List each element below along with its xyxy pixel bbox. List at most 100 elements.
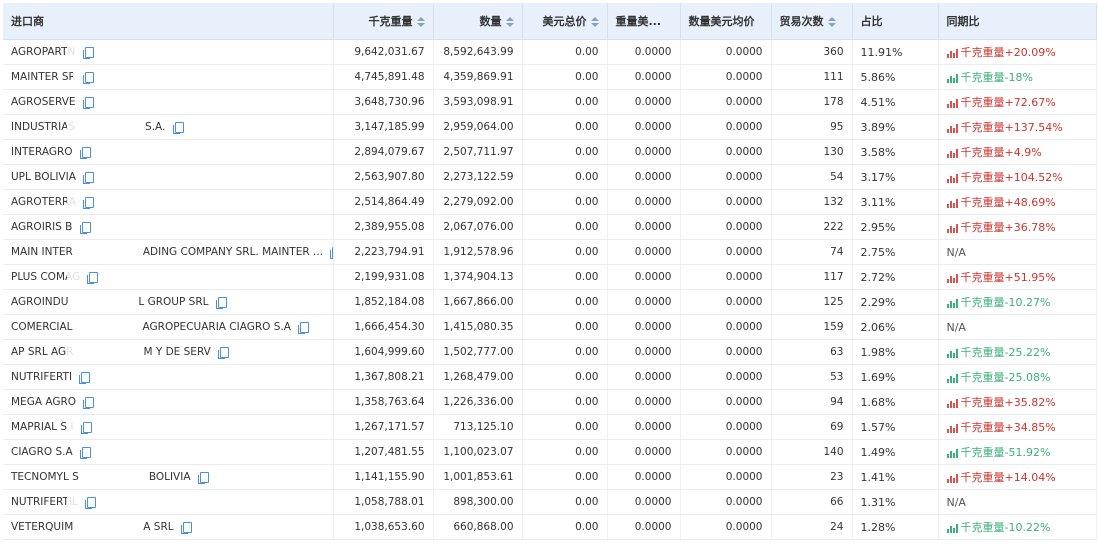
importer-name-cell[interactable]: MAPRIAL S.I [3,414,334,440]
importer-name[interactable]: MEGA AGRO [11,396,76,408]
sort-icon[interactable] [827,17,836,27]
usd-total-cell: 0.00 [522,214,608,240]
table-row[interactable]: AP SRL AGR M Y DE SERV 1,604,999.60 1,502… [3,339,1097,365]
table-row[interactable]: AGROIRIS B 2,389,955.08 2,067,076.00 0.0… [3,214,1097,240]
table-row[interactable]: AGROPARTN 9,642,031.67 8,592,643.99 0.00… [3,39,1097,65]
copy-icon[interactable] [218,346,230,359]
table-row[interactable]: AGROINDU L GROUP SRL 1,852,184.08 1,667,8… [3,289,1097,315]
importer-name-cell[interactable]: NUTRIFERTIL [3,489,334,515]
importer-name-cell[interactable]: TECNOMYL S BOLIVIA [3,464,334,490]
copy-icon[interactable] [83,396,95,409]
importer-name[interactable]: MAPRIAL S.I [11,421,73,433]
copy-icon[interactable] [79,146,91,159]
importer-name-cell[interactable]: INTERAGRO [3,139,334,165]
importer-name[interactable]: INTERAGRO [11,146,73,158]
copy-icon[interactable] [87,271,99,284]
importer-name[interactable]: MAIN INTER [11,246,73,258]
importer-name[interactable]: UPL BOLIVIA [11,171,76,183]
table-row[interactable]: CIAGRO S.A 1,207,481.55 1,100,023.07 0.0… [3,439,1097,465]
table-row[interactable]: MAIN INTER ADING COMPANY SRL. MAINTER ...… [3,239,1097,265]
table-row[interactable]: NUTRIFERTI 1,367,808.21 1,268,479.00 0.0… [3,364,1097,390]
col-header-quantity[interactable]: 数量 [433,3,523,40]
weight-cell: 9,642,031.67 [333,39,434,65]
col-header-weight-usd[interactable]: 重量美... [607,3,681,40]
importer-name[interactable]: INDUSTRIAS [11,121,75,133]
copy-icon[interactable] [172,121,184,134]
importer-name-cell[interactable]: CIAGRO S.A [3,439,334,465]
copy-icon[interactable] [83,71,95,84]
importer-name[interactable]: VETERQUIM [11,521,73,533]
copy-icon[interactable] [82,96,94,109]
copy-icon[interactable] [79,371,91,384]
copy-icon[interactable] [80,421,92,434]
sort-icon[interactable] [590,17,599,27]
table-row[interactable]: INDUSTRIAS S.A. 3,147,185.99 2,959,064.00… [3,114,1097,140]
importer-name[interactable]: NUTRIFERTI [11,371,72,383]
table-row[interactable]: COMERCIAL AGROPECUARIA CIAGRO S.A 1,666,4… [3,314,1097,340]
importer-name-cell[interactable]: AGROTERRA [3,189,334,215]
table-row[interactable]: UPL BOLIVIA 2,563,907.80 2,273,122.59 0.… [3,164,1097,190]
copy-icon[interactable] [298,321,310,334]
col-header-weight[interactable]: 千克重量 [333,3,434,40]
col-header-share[interactable]: 占比 [852,3,939,40]
importer-name-cell[interactable]: AP SRL AGR M Y DE SERV [3,339,334,365]
col-header-yoy-label: 同期比 [946,15,980,28]
importer-name-cell[interactable]: MAINTER SR [3,64,334,90]
sort-icon[interactable] [505,17,514,27]
col-header-usd-total[interactable]: 美元总价 [522,3,608,40]
importer-name-cell[interactable]: VETERQUIM A SRL [3,514,334,540]
importer-name-cell[interactable]: UPL BOLIVIA [3,164,334,190]
copy-icon[interactable] [82,46,94,59]
usd-total-cell: 0.00 [522,64,608,90]
importer-name-cell[interactable]: INDUSTRIAS S.A. [3,114,334,140]
col-header-yoy[interactable]: 同期比 [938,3,1097,40]
importer-name-cell[interactable]: PLUS COMAG [3,264,334,290]
copy-icon[interactable] [83,196,95,209]
share-cell: 1.57% [852,414,939,440]
importer-name[interactable]: COMERCIAL [11,321,73,333]
importer-name[interactable]: AGROPARTN [11,46,75,58]
copy-icon[interactable] [80,446,91,459]
table-row[interactable]: MAPRIAL S.I 1,267,171.57 713,125.10 0.00… [3,414,1097,440]
yoy-value: +72.67% [1004,96,1056,109]
copy-icon[interactable] [85,496,97,509]
table-row[interactable]: MAINTER SR 4,745,891.48 4,359,869.91 0.0… [3,64,1097,90]
copy-icon[interactable] [180,521,192,534]
table-row[interactable]: MEGA AGRO 1,358,763.64 1,226,336.00 0.00… [3,389,1097,415]
importer-name[interactable]: TECNOMYL S [11,471,79,483]
importer-name-cell[interactable]: NUTRIFERTI [3,364,334,390]
copy-icon[interactable] [197,471,209,484]
copy-icon[interactable] [83,171,95,184]
importer-name-cell[interactable]: AGROINDU L GROUP SRL [3,289,334,315]
quantity-cell: 1,374,904.13 [433,264,523,290]
importer-name-cell[interactable]: AGROPARTN [3,39,334,65]
table-row[interactable]: TECNOMYL S BOLIVIA 1,141,155.90 1,001,853… [3,464,1097,490]
table-row[interactable]: AGROSERVE 3,648,730.96 3,593,098.91 0.00… [3,89,1097,115]
importer-name[interactable]: AGROSERVE [11,96,76,108]
redaction-mask [67,117,103,137]
sort-icon[interactable] [416,17,425,27]
importer-name-cell[interactable]: MEGA AGRO [3,389,334,415]
importer-name-cell[interactable]: COMERCIAL AGROPECUARIA CIAGRO S.A [3,314,334,340]
table-row[interactable]: NUTRIFERTIL 1,058,788.01 898,300.00 0.00… [3,489,1097,515]
table-row[interactable]: PLUS COMAG 2,199,931.08 1,374,904.13 0.0… [3,264,1097,290]
importer-name[interactable]: AGROINDU [11,296,68,308]
col-header-importer-label: 进口商 [11,15,44,28]
importer-name[interactable]: AGROIRIS B [11,221,72,233]
importer-name-cell[interactable]: MAIN INTER ADING COMPANY SRL. MAINTER ... [3,239,334,265]
importer-name[interactable]: MAINTER SR [11,71,76,83]
importer-name-cell[interactable]: AGROIRIS B [3,214,334,240]
table-row[interactable]: AGROTERRA 2,514,864.49 2,279,092.00 0.00… [3,189,1097,215]
col-header-trade-count[interactable]: 贸易次数 [771,3,853,40]
col-header-qty-usd-avg[interactable]: 数量美元均价 [680,3,772,40]
copy-icon[interactable] [79,221,91,234]
col-header-importer[interactable]: 进口商 [3,3,334,40]
table-row[interactable]: INTERAGRO 2,894,079.67 2,507,711.97 0.00… [3,139,1097,165]
importer-name[interactable]: CIAGRO S.A [11,446,73,458]
importer-name-cell[interactable]: AGROSERVE [3,89,334,115]
copy-icon[interactable] [215,296,227,309]
table-row[interactable]: VETERQUIM A SRL 1,038,653.60 660,868.00 0… [3,514,1097,540]
importer-name[interactable]: AP SRL AGR [11,346,73,358]
yoy-value: +35.82% [1004,396,1056,409]
copy-icon[interactable] [330,249,332,259]
